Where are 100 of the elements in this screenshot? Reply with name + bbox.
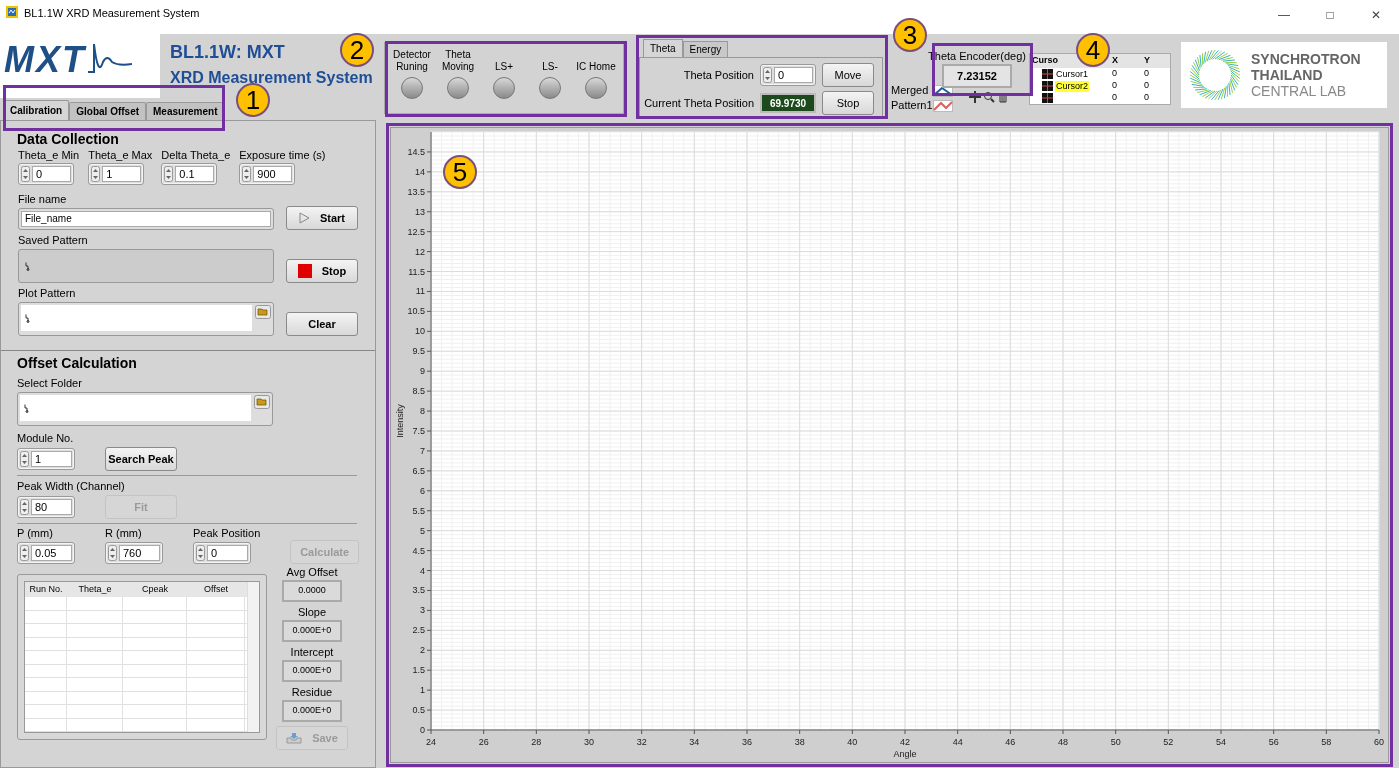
number-field[interactable]: 0.1: [161, 163, 218, 185]
tick-label: 10.5: [407, 306, 425, 317]
encoder-readout: 7.23152: [942, 64, 1012, 88]
path-field[interactable]: [18, 302, 274, 336]
clear-button[interactable]: Clear: [286, 312, 358, 336]
legend-line-icon: [933, 99, 953, 112]
tick-label: 8.5: [412, 386, 425, 397]
tab[interactable]: Measurement: [146, 102, 225, 120]
tick-label: 1.5: [412, 665, 425, 676]
number-field[interactable]: 760: [105, 542, 163, 564]
number-field[interactable]: 80: [17, 496, 75, 518]
window-title: BL1.1W XRD Measurement System: [24, 6, 200, 21]
table-cell-text: 0: [1143, 67, 1150, 81]
tick-label: 3.5: [412, 585, 425, 596]
tick-label: 56: [1268, 737, 1279, 747]
callout-marker: 3: [893, 18, 927, 52]
spinner-icon[interactable]: [164, 166, 174, 182]
start-button[interactable]: Start: [286, 206, 358, 230]
indicator-label: Detector Runing: [392, 49, 432, 73]
tick-label: 2.5: [412, 625, 425, 636]
field-label: R (mm): [105, 527, 143, 540]
output-readout: 0.0000: [282, 580, 342, 602]
table-cell-text: 0: [1111, 91, 1118, 105]
number-field[interactable]: 0.05: [17, 542, 75, 564]
crosshair-icon[interactable]: [969, 91, 981, 103]
tick-label: 34: [689, 737, 700, 747]
field-label: Peak Width (Channel): [17, 480, 126, 493]
scrollbar[interactable]: [247, 582, 259, 732]
field-label: Saved Pattern: [18, 234, 89, 247]
tick-label: 12: [415, 246, 425, 257]
tray-icon: [286, 732, 303, 744]
folder-icon[interactable]: [254, 395, 270, 409]
window-control[interactable]: ✕: [1353, 4, 1399, 26]
brand-text: THAILAND: [1251, 67, 1324, 83]
spinner-icon[interactable]: [20, 451, 29, 467]
tick-label: 44: [952, 737, 963, 747]
axis-title: Angle: [893, 749, 917, 759]
spinner-icon[interactable]: [91, 166, 101, 182]
tick-label: 9.5: [412, 346, 425, 357]
number-field[interactable]: 0: [193, 542, 251, 564]
cursor-name[interactable]: Cursor1: [1055, 68, 1089, 80]
spinner-icon[interactable]: [763, 67, 772, 83]
spinner-icon[interactable]: [108, 545, 117, 561]
table-cell-text: 0: [1143, 79, 1150, 93]
table-cell-text: 0: [1111, 79, 1118, 93]
output-readout: 0.000E+0: [282, 660, 342, 682]
window-control[interactable]: □: [1307, 4, 1353, 26]
tick-label: 6: [420, 485, 425, 496]
spinner-icon[interactable]: [242, 166, 252, 182]
folder-icon[interactable]: [255, 305, 271, 319]
callout-marker: 1: [236, 83, 270, 117]
number-field[interactable]: 900: [239, 163, 296, 185]
tick-label: 28: [531, 737, 542, 747]
tick-label: 11: [415, 286, 425, 297]
stop-icon: [297, 264, 312, 278]
spinner-icon[interactable]: [20, 499, 29, 515]
cursor-icon: [1042, 69, 1053, 79]
indicator-label: Theta Moving: [440, 49, 476, 73]
tick-label: 30: [584, 737, 594, 747]
field-label: Exposure time (s): [239, 149, 326, 162]
search-peak-button[interactable]: Search Peak: [105, 447, 177, 471]
tick-label: 12.5: [407, 226, 425, 237]
zoom-icon[interactable]: [983, 91, 995, 103]
spinner-icon[interactable]: [20, 545, 29, 561]
number-field[interactable]: 1: [88, 163, 145, 185]
number-field[interactable]: 0: [18, 163, 74, 185]
window-control[interactable]: —: [1261, 4, 1307, 26]
field-label: File name: [18, 193, 68, 206]
section-title: Offset Calculation: [17, 355, 138, 371]
stop-button[interactable]: Stop: [822, 91, 874, 115]
spinner-icon[interactable]: [21, 166, 30, 182]
brand-text: CENTRAL LAB: [1251, 83, 1348, 99]
app-icon: [6, 6, 18, 18]
field-label: Peak Position: [193, 527, 261, 540]
field-label: Theta_e Max: [88, 149, 153, 162]
tab[interactable]: Calibration: [3, 100, 70, 120]
column-header: Cpeak: [141, 582, 169, 596]
tab[interactable]: Theta: [643, 39, 683, 57]
number-field[interactable]: 0: [760, 64, 816, 86]
path-field[interactable]: [17, 392, 273, 426]
tick-label: 1: [420, 685, 425, 696]
indicator-label: IC Home: [576, 60, 616, 73]
tick-label: 4.5: [412, 545, 425, 556]
cursor-name[interactable]: Cursor2: [1055, 80, 1089, 92]
tick-label: 2: [420, 645, 425, 656]
tick-label: 8: [420, 406, 425, 417]
column-header: Run No.: [28, 582, 64, 596]
path-icon: [25, 261, 30, 271]
tick-label: 0.5: [412, 705, 425, 716]
move-button[interactable]: Move: [822, 63, 874, 87]
stop-button[interactable]: Stop: [286, 259, 358, 283]
number-field[interactable]: 1: [17, 448, 75, 470]
tick-label: 5: [420, 525, 425, 536]
spinner-icon[interactable]: [196, 545, 205, 561]
tab[interactable]: Energy: [682, 41, 729, 57]
column-header: Theta_e: [77, 582, 113, 596]
text-field[interactable]: File_name: [18, 208, 274, 230]
field-label: Plot Pattern: [18, 287, 77, 300]
field-label: Theta Position: [683, 68, 754, 82]
tab[interactable]: Global Offset: [69, 102, 147, 120]
